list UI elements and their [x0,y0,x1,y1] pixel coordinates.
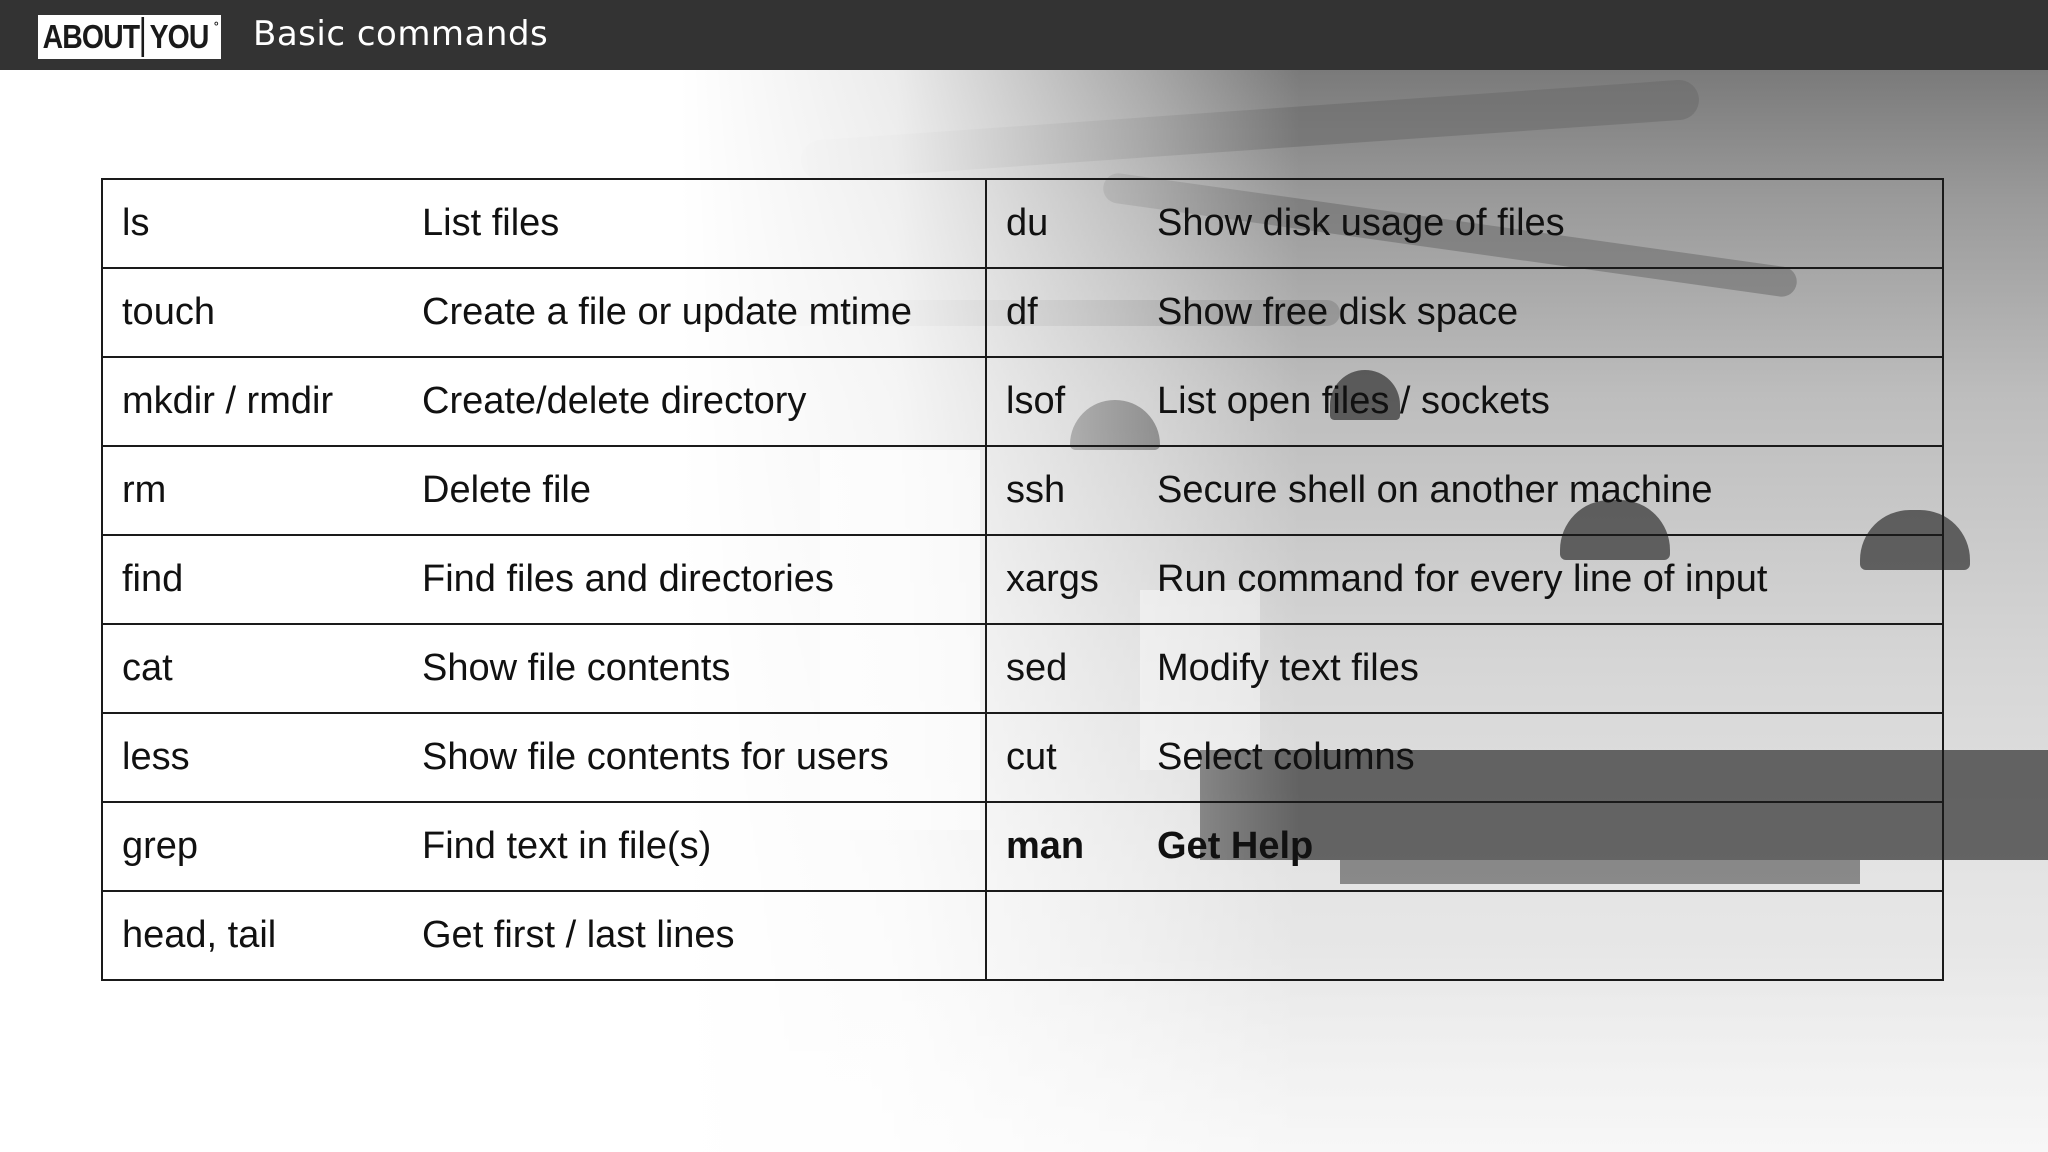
command-description: Create a file or update mtime [403,267,987,358]
command-name: df [986,267,1138,358]
command-name: ssh [986,445,1138,536]
command-description: Show file contents [403,623,987,714]
command-name: lsof [986,356,1138,447]
command-description: Find text in file(s) [403,801,987,892]
command-description: Show file contents for users [403,712,987,803]
empty-cell [986,890,1138,981]
command-name: du [986,178,1138,269]
command-name: mkdir / rmdir [101,356,403,447]
logo-right-text: YOU [147,17,212,57]
command-description: Show disk usage of files [1138,178,1944,269]
table-row: touch Create a file or update mtime df S… [101,267,1944,358]
command-name: less [101,712,403,803]
command-description: Run command for every line of input [1138,534,1944,625]
command-description: Secure shell on another machine [1138,445,1944,536]
about-you-logo: ABOUT YOU ° [38,15,221,59]
command-description: Create/delete directory [403,356,987,447]
logo-mark: ° [213,19,219,33]
command-name: find [101,534,403,625]
command-name: head, tail [101,890,403,981]
command-description: Show free disk space [1138,267,1944,358]
table-row: cat Show file contents sed Modify text f… [101,623,1944,714]
command-description: Delete file [403,445,987,536]
command-name: xargs [986,534,1138,625]
command-description: List open files / sockets [1138,356,1944,447]
slide-title: Basic commands [253,14,549,54]
command-name: ls [101,178,403,269]
command-name: grep [101,801,403,892]
command-description-highlight: Get Help [1138,801,1944,892]
command-description: Get first / last lines [403,890,987,981]
command-name-highlight: man [986,801,1138,892]
table-row: grep Find text in file(s) man Get Help [101,801,1944,892]
command-name: touch [101,267,403,358]
logo-left-text: ABOUT [40,17,145,57]
table-row: head, tail Get first / last lines [101,890,1944,981]
command-description: List files [403,178,987,269]
commands-table: ls List files du Show disk usage of file… [101,178,1944,981]
command-name: cut [986,712,1138,803]
table-row: ls List files du Show disk usage of file… [101,178,1944,269]
table-row: find Find files and directories xargs Ru… [101,534,1944,625]
table-row: mkdir / rmdir Create/delete directory ls… [101,356,1944,447]
command-name: sed [986,623,1138,714]
command-name: rm [101,445,403,536]
header-bar: ABOUT YOU ° Basic commands [0,0,2048,70]
table-row: less Show file contents for users cut Se… [101,712,1944,803]
command-description: Modify text files [1138,623,1944,714]
command-name: cat [101,623,403,714]
command-description: Select columns [1138,712,1944,803]
empty-cell [1138,890,1944,981]
command-description: Find files and directories [403,534,987,625]
table-row: rm Delete file ssh Secure shell on anoth… [101,445,1944,536]
